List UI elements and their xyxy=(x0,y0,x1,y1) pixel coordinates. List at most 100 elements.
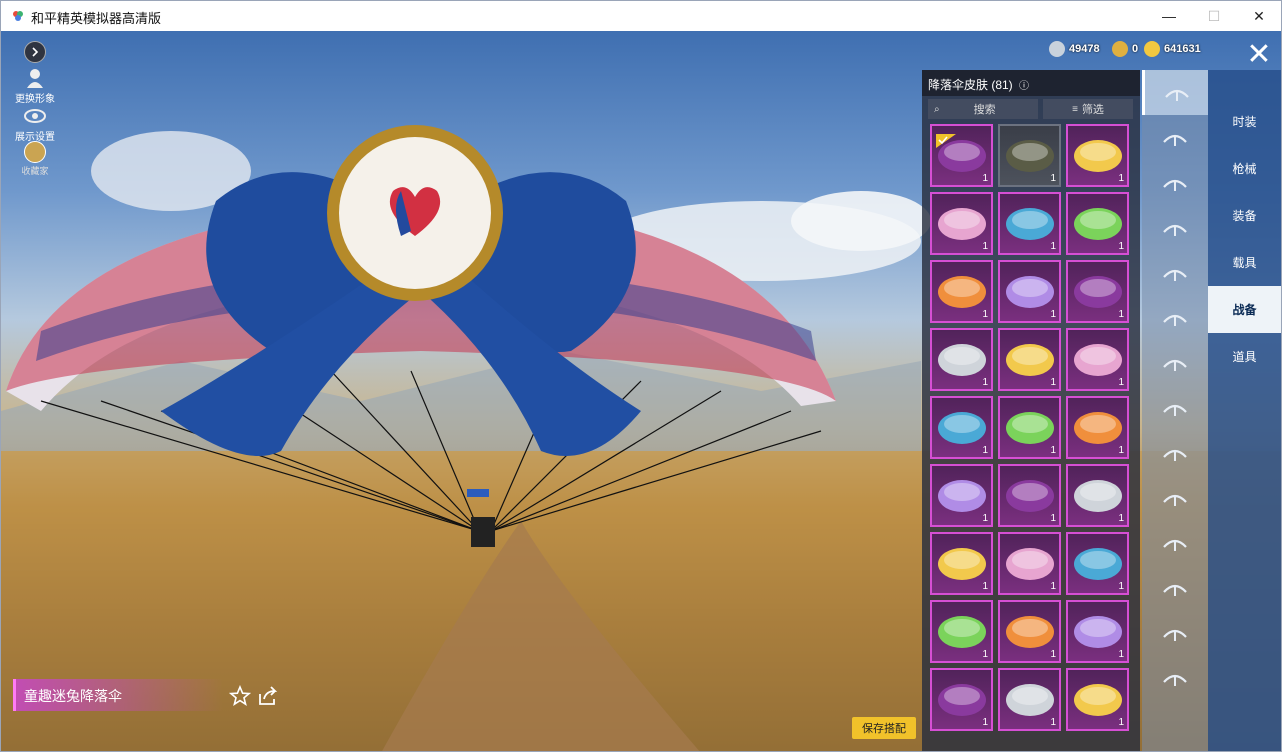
item-count: 1 xyxy=(1118,309,1124,320)
display-settings-button[interactable]: 展示设置 xyxy=(13,105,57,143)
category-tab[interactable]: 时装 xyxy=(1208,98,1281,145)
skin-slot[interactable]: 1 xyxy=(930,260,993,323)
photo-icon[interactable] xyxy=(1142,475,1208,520)
item-count: 1 xyxy=(1118,377,1124,388)
token-currency: 0 xyxy=(1112,41,1138,57)
window-title: 和平精英模拟器高清版 xyxy=(31,11,162,26)
skin-slot[interactable]: 1 xyxy=(1066,600,1129,663)
parachute-thumbnail-icon xyxy=(1006,412,1054,444)
hand-gesture-icon[interactable] xyxy=(1142,565,1208,610)
category-tab[interactable]: 载具 xyxy=(1208,239,1281,286)
skin-slot[interactable]: 1 xyxy=(930,464,993,527)
airplane-trail-icon[interactable] xyxy=(1142,115,1208,160)
collection-button[interactable]: 收藏家 xyxy=(13,141,57,177)
item-count: 1 xyxy=(982,241,988,252)
skin-slot[interactable]: 1 xyxy=(930,328,993,391)
item-count: 1 xyxy=(1118,445,1124,456)
share-icon[interactable] xyxy=(257,685,279,707)
magic-wand-icon[interactable] xyxy=(1142,610,1208,655)
play-button[interactable] xyxy=(13,41,57,64)
skin-slot[interactable]: 1 xyxy=(930,396,993,459)
ufo-icon[interactable] xyxy=(1142,655,1208,700)
gold-coin-icon xyxy=(1144,41,1160,57)
skin-slot[interactable]: 1 xyxy=(998,192,1061,255)
silver-coin-icon xyxy=(1049,41,1065,57)
skin-slot[interactable]: 1 xyxy=(930,192,993,255)
item-count: 1 xyxy=(1050,309,1056,320)
gold-currency: 641631 xyxy=(1144,41,1201,57)
item-count: 1 xyxy=(1050,649,1056,660)
filter-button[interactable]: ≡ 筛选 xyxy=(1043,99,1133,119)
skin-slot[interactable]: 1 xyxy=(998,668,1061,731)
skin-slot[interactable]: 1 xyxy=(1066,668,1129,731)
item-count: 1 xyxy=(1050,581,1056,592)
glider-icon[interactable] xyxy=(1142,205,1208,250)
category-tab[interactable]: 战备 xyxy=(1208,286,1281,333)
close-icon[interactable]: ✕ xyxy=(1241,37,1277,73)
item-name-label: 童趣迷兔降落伞 xyxy=(13,679,223,711)
skin-panel: 降落伞皮肤 (81) ⓘ ⌕ 搜索 ≡ 筛选 1 1 1 1 1 1 1 1 1 1 1 1 1 1 1 1 1… xyxy=(922,70,1140,751)
parachute-thumbnail-icon xyxy=(1074,480,1122,512)
skin-slot[interactable]: 1 xyxy=(1066,328,1129,391)
info-icon[interactable]: ⓘ xyxy=(1019,81,1029,92)
app-logo-icon xyxy=(13,11,23,21)
skin-slot[interactable]: 1 xyxy=(930,600,993,663)
search-input[interactable]: ⌕ 搜索 xyxy=(928,99,1038,119)
star-icon[interactable] xyxy=(229,685,251,707)
drone-icon[interactable] xyxy=(1142,160,1208,205)
item-count: 1 xyxy=(1050,513,1056,524)
token-amount: 0 xyxy=(1132,43,1139,55)
parachute-thumbnail-icon xyxy=(1074,276,1122,308)
speaker-icon[interactable] xyxy=(1142,385,1208,430)
skin-slot[interactable]: 1 xyxy=(930,124,993,187)
parachute-thumbnail-icon xyxy=(1006,276,1054,308)
change-avatar-button[interactable]: 更换形象 xyxy=(13,67,57,105)
change-avatar-label: 更换形象 xyxy=(15,94,55,105)
skin-slot[interactable]: 1 xyxy=(1066,124,1129,187)
save-outfit-button[interactable]: 保存搭配 xyxy=(852,717,916,739)
title-bar: 和平精英模拟器高清版 — ☐ ✕ xyxy=(1,1,1281,31)
skin-slot[interactable]: 1 xyxy=(1066,464,1129,527)
skin-slot[interactable]: 1 xyxy=(930,532,993,595)
minimize-button[interactable]: — xyxy=(1146,1,1192,31)
backpack-icon[interactable] xyxy=(1142,340,1208,385)
extinguisher-icon[interactable] xyxy=(1142,520,1208,565)
skin-slot[interactable]: 1 xyxy=(1066,532,1129,595)
skin-slot[interactable]: 1 xyxy=(1066,260,1129,323)
category-tab[interactable]: 装备 xyxy=(1208,192,1281,239)
maximize-button[interactable]: ☐ xyxy=(1191,1,1237,31)
close-window-button[interactable]: ✕ xyxy=(1236,1,1281,31)
badge-icon[interactable] xyxy=(1142,430,1208,475)
plane-icon[interactable] xyxy=(1142,295,1208,340)
category-tab[interactable]: 枪械 xyxy=(1208,145,1281,192)
category-tab[interactable]: 道具 xyxy=(1208,333,1281,380)
skin-slot[interactable]: 1 xyxy=(930,668,993,731)
skin-slot[interactable]: 1 xyxy=(998,464,1061,527)
parachute-thumbnail-icon xyxy=(938,276,986,308)
parachute-thumbnail-icon xyxy=(938,344,986,376)
arrow-right-icon xyxy=(24,41,46,63)
collector-badge-icon xyxy=(24,141,46,163)
collection-label: 收藏家 xyxy=(21,166,49,176)
parachute-thumbnail-icon xyxy=(938,480,986,512)
category-nav: 时装 枪械 装备 载具 战备 道具 xyxy=(1208,70,1281,751)
parachute-thumbnail-icon xyxy=(938,684,986,716)
skin-slot[interactable]: 1 xyxy=(998,532,1061,595)
skin-slot[interactable]: 1 xyxy=(1066,192,1129,255)
skin-slot[interactable]: 1 xyxy=(998,600,1061,663)
skin-slot[interactable]: 1 xyxy=(998,124,1061,187)
item-count: 1 xyxy=(982,513,988,524)
panel-title: 降落伞皮肤 (81) ⓘ xyxy=(922,70,1140,96)
item-count: 1 xyxy=(1050,173,1056,184)
skin-slot[interactable]: 1 xyxy=(998,328,1061,391)
token-icon xyxy=(1112,41,1128,57)
skin-slot[interactable]: 1 xyxy=(1066,396,1129,459)
emote-face-icon[interactable] xyxy=(1142,250,1208,295)
skin-slot[interactable]: 1 xyxy=(998,260,1061,323)
item-count: 1 xyxy=(982,309,988,320)
equipped-check-icon xyxy=(936,134,956,148)
skin-slot[interactable]: 1 xyxy=(998,396,1061,459)
parachute-icon[interactable] xyxy=(1142,70,1208,115)
parachute-thumbnail-icon xyxy=(1006,344,1054,376)
item-count: 1 xyxy=(982,717,988,728)
